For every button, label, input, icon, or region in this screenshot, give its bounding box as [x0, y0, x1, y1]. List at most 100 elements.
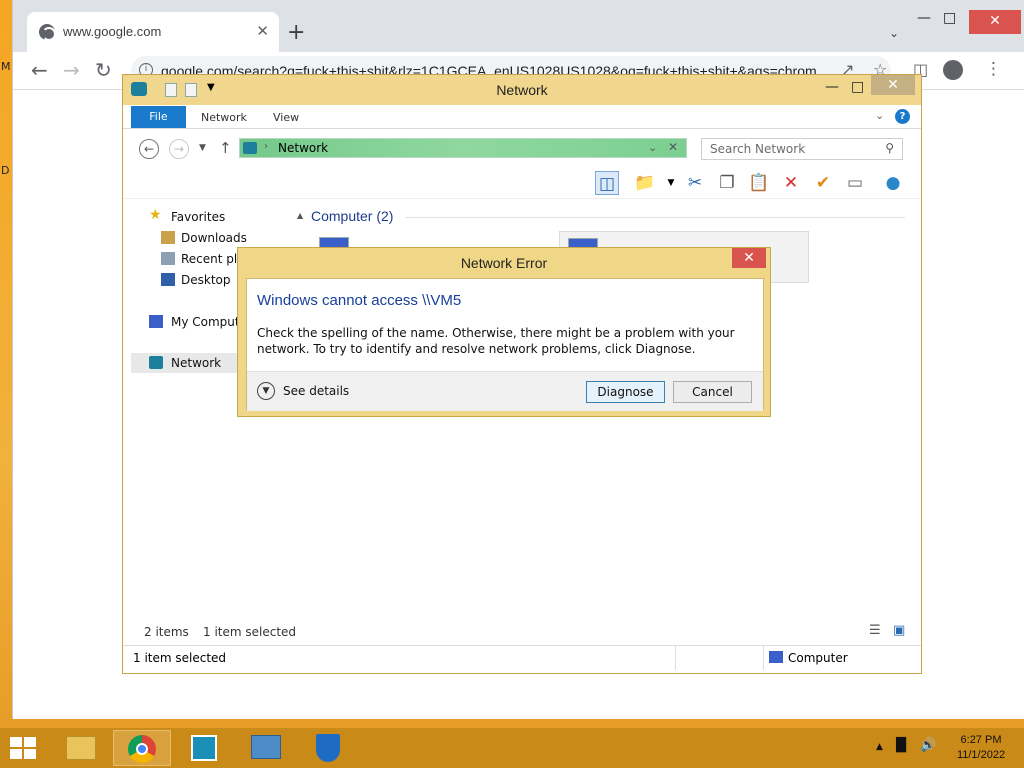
- up-arrow-icon[interactable]: ↑: [219, 139, 232, 157]
- recent-locations-chevron-icon[interactable]: ▼: [199, 143, 206, 153]
- details-computer-label: Computer: [788, 651, 848, 665]
- taskbar-control-panel[interactable]: [237, 730, 295, 766]
- expand-details-chevron-icon[interactable]: ▼: [257, 382, 275, 400]
- see-details-link[interactable]: See details: [283, 384, 349, 398]
- downloads-folder-icon: [161, 231, 175, 244]
- forward-arrow-icon[interactable]: →: [169, 139, 189, 159]
- recent-places-icon: [161, 252, 175, 265]
- taskbar-file-explorer[interactable]: [52, 730, 110, 766]
- rename-icon[interactable]: ▭: [843, 171, 867, 195]
- network-icon: [149, 356, 163, 369]
- minimize-button[interactable]: —: [917, 10, 931, 26]
- desktop-icon: [161, 273, 175, 286]
- sidebar-item-label: Favorites: [171, 210, 226, 224]
- address-text[interactable]: Network: [278, 141, 328, 155]
- computer-icon: [149, 315, 163, 328]
- clock[interactable]: 6:27 PM 11/1/2022: [948, 733, 1014, 763]
- close-window-button[interactable]: ✕: [969, 10, 1021, 34]
- close-tab-icon[interactable]: ✕: [256, 22, 269, 40]
- copy-icon[interactable]: ❐: [715, 171, 739, 195]
- minimize-button[interactable]: —: [825, 79, 839, 95]
- expand-ribbon-chevron-icon[interactable]: ⌄: [875, 109, 884, 122]
- diagnose-button[interactable]: Diagnose: [586, 381, 665, 403]
- start-button[interactable]: [10, 737, 38, 759]
- sidebar-item-label: Downloads: [181, 231, 247, 245]
- explorer-title: Network: [496, 82, 548, 98]
- explorer-title-bar: ▼ Network — □ ✕: [123, 75, 921, 105]
- tab-file[interactable]: File: [131, 106, 186, 128]
- collapse-group-icon[interactable]: ▲: [297, 211, 303, 220]
- dialog-body: Windows cannot access \\VM5 Check the sp…: [246, 278, 764, 411]
- preview-pane-icon[interactable]: ◫: [595, 171, 619, 195]
- volume-icon[interactable]: 🔊: [920, 738, 936, 753]
- search-input[interactable]: Search Network ⚲: [701, 138, 903, 160]
- group-divider: [405, 217, 905, 218]
- clock-time: 6:27 PM: [960, 734, 1002, 746]
- paste-icon[interactable]: 📋: [747, 171, 771, 195]
- sidebar-item-label: Desktop: [181, 273, 231, 287]
- back-arrow-icon[interactable]: ←: [139, 139, 159, 159]
- back-arrow-icon[interactable]: ←: [31, 58, 48, 82]
- computer-icon: [769, 651, 783, 663]
- address-dropdown-chevron-icon[interactable]: ⌄: [648, 141, 657, 154]
- new-tab-button[interactable]: +: [287, 22, 305, 44]
- globe-icon[interactable]: ●: [881, 171, 905, 195]
- dialog-message: Check the spelling of the name. Otherwis…: [257, 326, 735, 356]
- desktop-icon-label: D: [1, 164, 10, 177]
- network-status-icon[interactable]: █: [896, 738, 906, 753]
- sidebar-item-label: My Compute: [171, 315, 247, 329]
- clear-address-icon[interactable]: ✕: [668, 140, 678, 154]
- shield-icon: [316, 734, 340, 762]
- cut-icon[interactable]: ✂: [683, 171, 707, 195]
- close-window-button[interactable]: ✕: [871, 75, 915, 95]
- options-chevron-icon[interactable]: ▼: [659, 171, 683, 195]
- show-hidden-icons-chevron-icon[interactable]: ▲: [876, 742, 883, 752]
- sidebar-item-downloads[interactable]: Downloads: [131, 228, 291, 248]
- network-icon: [243, 142, 257, 154]
- divider: [763, 646, 764, 670]
- browser-tab[interactable]: www.google.com ✕: [27, 12, 279, 52]
- network-error-dialog: Network Error ✕ Windows cannot access \\…: [237, 247, 771, 417]
- profile-avatar[interactable]: [943, 60, 963, 80]
- status-bar: 2 items 1 item selected ☰ ▣: [123, 623, 921, 645]
- tab-view[interactable]: View: [273, 111, 299, 124]
- globe-icon: [39, 24, 56, 41]
- chrome-icon-center: [136, 743, 148, 755]
- command-toolbar: ◫ 📁 ▼ ✂ ❐ 📋 ✕ ✔ ▭ ●: [123, 165, 921, 199]
- help-icon[interactable]: ?: [895, 109, 910, 124]
- windows-logo-icon: [24, 749, 36, 759]
- selection-count: 1 item selected: [203, 625, 297, 639]
- star-icon: ★: [149, 207, 162, 223]
- taskbar-windows-defender[interactable]: [299, 730, 357, 766]
- large-icons-view-icon[interactable]: ▣: [893, 623, 905, 638]
- folder-icon: [66, 736, 96, 760]
- maximize-button[interactable]: □: [943, 10, 956, 26]
- details-selection: 1 item selected: [133, 651, 227, 665]
- delete-icon[interactable]: ✕: [779, 171, 803, 195]
- photo-icon: [191, 735, 217, 761]
- taskbar-photos[interactable]: [175, 730, 233, 766]
- checkmark-icon[interactable]: ✔: [811, 171, 835, 195]
- divider: [675, 646, 676, 670]
- taskbar-chrome[interactable]: [113, 730, 171, 766]
- breadcrumb-chevron-icon[interactable]: ›: [264, 141, 268, 152]
- search-icon[interactable]: ⚲: [885, 141, 894, 155]
- details-bar: 1 item selected Computer: [123, 645, 921, 670]
- tab-network[interactable]: Network: [201, 111, 247, 124]
- more-menu-icon[interactable]: ⋮: [985, 59, 1002, 79]
- reload-icon[interactable]: ↻: [95, 58, 112, 82]
- dialog-title: Network Error: [460, 255, 548, 271]
- cancel-button[interactable]: Cancel: [673, 381, 752, 403]
- sidebar-item-label: Recent pla: [181, 252, 245, 266]
- details-view-icon[interactable]: ☰: [869, 623, 881, 638]
- address-bar[interactable]: › Network ⌄ ✕: [239, 138, 687, 158]
- close-dialog-button[interactable]: ✕: [732, 248, 766, 268]
- group-header[interactable]: Computer (2): [311, 208, 393, 224]
- sidebar-item-favorites[interactable]: ★ Favorites: [131, 207, 291, 227]
- ribbon-tabs: File Network View ⌄ ?: [123, 105, 921, 129]
- tab-search-chevron-icon[interactable]: ⌄: [889, 26, 899, 40]
- maximize-button[interactable]: □: [851, 79, 864, 95]
- taskbar: ▲ █ 🔊 6:27 PM 11/1/2022: [0, 728, 1024, 768]
- forward-arrow-icon[interactable]: →: [63, 58, 80, 82]
- folder-properties-icon[interactable]: 📁: [633, 171, 657, 195]
